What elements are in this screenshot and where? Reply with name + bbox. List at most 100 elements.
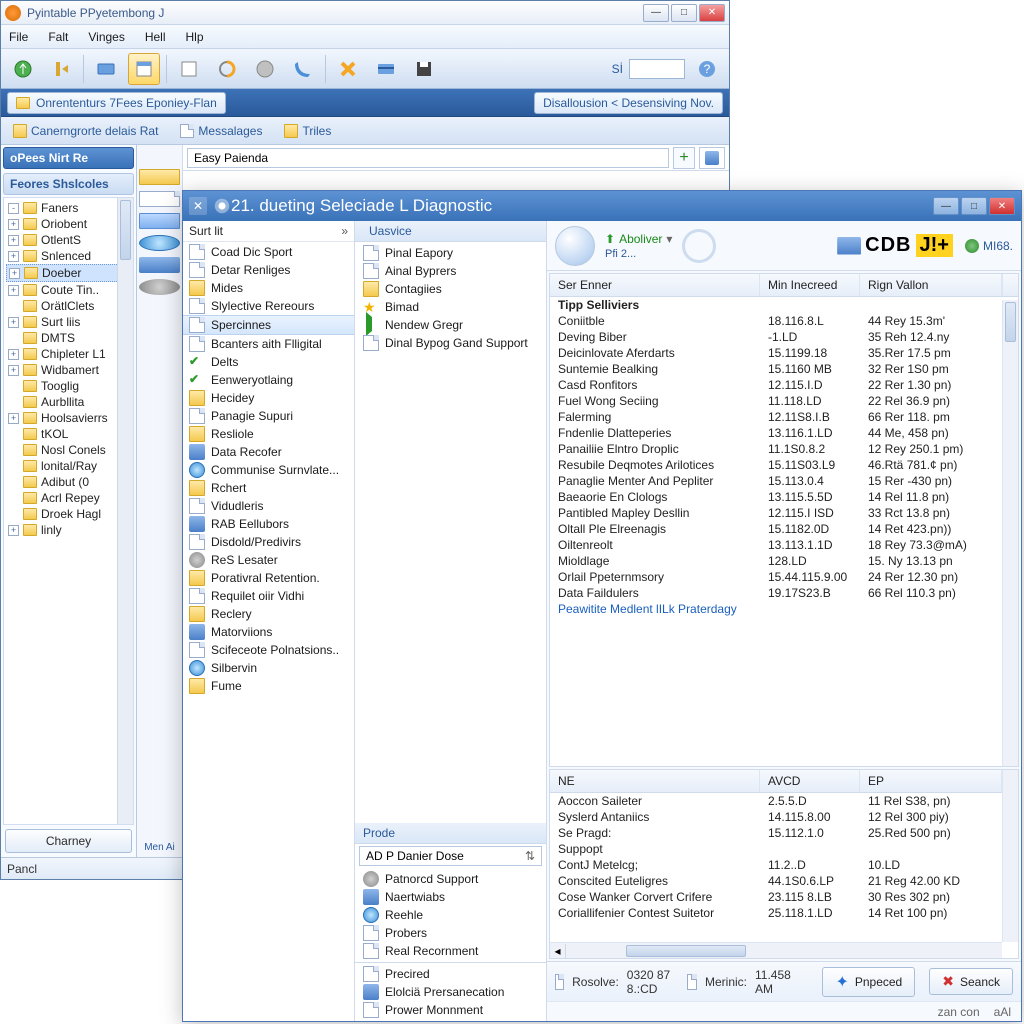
tree-item[interactable]: +Chipleter L1 (6, 346, 133, 362)
scrollbar[interactable] (1002, 770, 1018, 942)
strip-icon[interactable] (139, 279, 180, 295)
tree-item[interactable]: +OtlentS (6, 232, 133, 248)
table-row[interactable]: Falerming12.11S8.I.B66 Rer 118. pm (550, 409, 1018, 425)
table-row[interactable]: Panaglie Menter And Pepliter15.113.0.415… (550, 473, 1018, 489)
tree-item[interactable]: lonital/Ray (6, 458, 133, 474)
diag-sidebar-item[interactable]: ✔Delts (183, 353, 354, 371)
scroll-thumb[interactable] (120, 200, 131, 260)
tree-item[interactable]: tKOL (6, 426, 133, 442)
diag-sidebar-item[interactable]: Hecidey (183, 389, 354, 407)
table-row[interactable]: Fndenlie Dlatteperies13.116.1.LD44 Me, 4… (550, 425, 1018, 441)
diag-sidebar-item[interactable]: Disdold/Predivirs (183, 533, 354, 551)
toolbar-btn-6[interactable] (211, 53, 243, 85)
table-row[interactable]: Panailiie Elntro Droplic11.1S0.8.212 Rey… (550, 441, 1018, 457)
tab-2[interactable]: Messalages (174, 122, 268, 140)
diag-sidebar-item[interactable]: Mides (183, 279, 354, 297)
diag-sidebar-item[interactable]: Reclery (183, 605, 354, 623)
toolbar-btn-5[interactable] (173, 53, 205, 85)
tree-item[interactable]: +Surt liis (6, 314, 133, 330)
table-row[interactable]: Deving Biber-1.LD35 Reh 12.4.ny (550, 329, 1018, 345)
diag-sidebar-item[interactable]: Panagie Supuri (183, 407, 354, 425)
col-header-1[interactable]: NE (550, 770, 760, 792)
mid-item[interactable]: Pinal Eapory (355, 244, 546, 262)
tab-3[interactable]: Triles (278, 122, 337, 140)
table-row[interactable]: Conscited Euteligres44.1S0.6.LP21 Reg 42… (550, 873, 1018, 889)
tree-item[interactable]: +Snlenced (6, 248, 133, 264)
add-button[interactable]: + (673, 147, 695, 169)
diag-sidebar-head[interactable]: Surt lit » (183, 221, 354, 242)
diag-sidebar-item[interactable]: Vidudleris (183, 497, 354, 515)
scrollbar[interactable] (1002, 300, 1018, 766)
diag-sidebar-item[interactable]: Data Recofer (183, 443, 354, 461)
toolbar-input[interactable] (629, 59, 685, 79)
diag-sidebar-item[interactable]: Scifeceote Polnatsions.. (183, 641, 354, 659)
table-row[interactable]: Cose Wanker Corvert Crifere23.115 8.LB30… (550, 889, 1018, 905)
table-row[interactable]: Deicinlovate Aferdarts15.1199.1835.Rer 1… (550, 345, 1018, 361)
mid-dropdown[interactable]: AD P Danier Dose ⇅ (359, 846, 542, 866)
expand-icon[interactable]: + (8, 525, 19, 536)
strip-icon[interactable] (139, 213, 180, 229)
search-icon[interactable] (682, 229, 716, 263)
strip-icon[interactable] (139, 235, 180, 251)
tab-1[interactable]: Canerngrorte delais Rat (7, 122, 164, 140)
table-row[interactable]: Peawitite Medlent lILk Praterdagy (550, 601, 1018, 617)
diag-close-x-icon[interactable]: ✕ (189, 197, 207, 215)
diag-sidebar-item[interactable]: Detar Renliges (183, 261, 354, 279)
toolbar-btn-4[interactable] (128, 53, 160, 85)
location-input[interactable] (187, 148, 669, 168)
pfi-label[interactable]: Pfi 2... (605, 248, 672, 260)
breadcrumb[interactable]: Onrententurs 7Fees Eponiey-Flan (7, 92, 226, 114)
sidebar-button[interactable]: Charney (5, 829, 132, 853)
diag-sidebar-item[interactable]: Fume (183, 677, 354, 695)
mid-item[interactable]: Dinal Bypog Gand Support (355, 334, 546, 352)
menu-falt[interactable]: Falt (44, 28, 72, 46)
mid-item[interactable]: Prower Monnment (355, 1001, 546, 1019)
h-scrollbar[interactable]: ◂ (550, 942, 1002, 958)
diag-maximize-button[interactable]: □ (961, 197, 987, 215)
table-row[interactable]: Oltall Ple Elreenagis15.1182.0D14 Ret 42… (550, 521, 1018, 537)
table-row[interactable]: Data Faildulers19.17S23.B66 Rel 110.3 pn… (550, 585, 1018, 601)
mid-item[interactable]: Precired (355, 965, 546, 983)
tree-item[interactable]: +Doeber (6, 264, 133, 282)
toolbar-btn-help[interactable]: ? (691, 53, 723, 85)
table-row[interactable]: Coriallifenier Contest Suitetor25.118.1.… (550, 905, 1018, 921)
mid-item[interactable]: Ainal Byprers (355, 262, 546, 280)
menu-hlp[interactable]: Hlp (182, 28, 208, 46)
search-button[interactable]: ✖Seanck (929, 968, 1013, 995)
diag-sidebar-item[interactable]: ReS Lesater (183, 551, 354, 569)
mid-item[interactable]: Nendew Gregr (355, 316, 546, 334)
diag-sidebar-item[interactable]: Bcanters aith Flligital (183, 335, 354, 353)
col-header-1[interactable]: Ser Enner (550, 274, 760, 296)
expand-icon[interactable]: - (8, 203, 19, 214)
toolbar-btn-7[interactable] (249, 53, 281, 85)
tree-item[interactable]: +Oriobent (6, 216, 133, 232)
mid-item[interactable]: Naertwiabs (355, 888, 546, 906)
scroll-thumb[interactable] (1005, 302, 1016, 342)
expand-icon[interactable]: + (8, 317, 19, 328)
tree-item[interactable]: +Hoolsavierrs (6, 410, 133, 426)
diag-sidebar-item[interactable]: Slylective Rereours (183, 297, 354, 315)
tree-item[interactable]: -Faners (6, 200, 133, 216)
scroll-thumb[interactable] (626, 945, 746, 957)
table-row[interactable]: Fuel Wong Seciing11.118.LD22 Rel 36.9 pn… (550, 393, 1018, 409)
diag-sidebar-item[interactable]: Rchert (183, 479, 354, 497)
expand-icon[interactable]: + (8, 285, 19, 296)
diag-sidebar-item[interactable]: Requilet oiir Vidhi (183, 587, 354, 605)
expand-icon[interactable]: + (8, 251, 19, 262)
table-row[interactable]: Pantibled Mapley Desllin12.115.I ISD33 R… (550, 505, 1018, 521)
strip-icon[interactable] (139, 257, 180, 273)
table-row[interactable]: Suppopt (550, 841, 1018, 857)
col-header-3[interactable]: EP (860, 770, 1002, 792)
expand-icon[interactable]: + (8, 349, 19, 360)
table-row[interactable]: Resubile Deqmotes Arilotices15.11S03.L94… (550, 457, 1018, 473)
mid-head-top[interactable]: Uasvice (355, 221, 546, 242)
table-row[interactable]: Syslerd Antaniics14.115.8.0012 Rel 300 p… (550, 809, 1018, 825)
diag-minimize-button[interactable]: — (933, 197, 959, 215)
table-row[interactable]: Mioldlage128.LD15. Ny 13.13 pn (550, 553, 1018, 569)
titlebar[interactable]: Pyintable PPyetembong J — □ ✕ (1, 1, 729, 25)
sidebar-top-label[interactable]: oPees Nirt Re (3, 147, 134, 169)
minimize-button[interactable]: — (643, 4, 669, 22)
tree-item[interactable]: OrätlClets (6, 298, 133, 314)
diag-sidebar-item[interactable]: Resliole (183, 425, 354, 443)
tree-item[interactable]: +linly (6, 522, 133, 538)
